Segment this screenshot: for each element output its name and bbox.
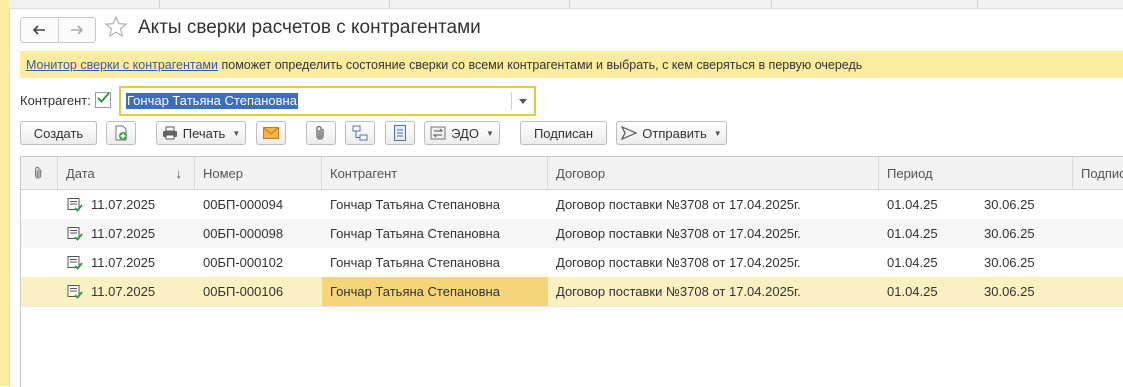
column-number-label: Номер [203, 165, 244, 181]
print-label: Печать [182, 125, 226, 141]
arrow-right-icon [70, 25, 83, 35]
cell-contract: Договор поставки №3708 от 17.04.2025г. [556, 255, 801, 270]
cell-period-from: 01.04.25 [887, 226, 938, 241]
window-tabs-strip [9, 0, 1123, 9]
edo-exchange-icon [430, 126, 446, 140]
cell-contract: Договор поставки №3708 от 17.04.2025г. [556, 197, 801, 212]
hierarchy-icon [352, 125, 368, 141]
page-title: Акты сверки расчетов с контрагентами [138, 17, 481, 38]
send-icon [621, 126, 638, 140]
table-row-selected[interactable]: 11.07.2025 00БП-000106 Гончар Татьяна Ст… [21, 277, 1123, 307]
chevron-down-icon[interactable] [519, 99, 527, 104]
edo-button[interactable]: ЭДО ▼ [424, 121, 500, 145]
attach-button[interactable] [306, 121, 336, 145]
column-period[interactable]: Период [879, 157, 1073, 189]
create-button[interactable]: Создать [20, 121, 97, 145]
cell-period-from: 01.04.25 [887, 255, 938, 270]
info-bar: Монитор сверки с контрагентами поможет о… [20, 51, 1123, 78]
counterparty-label: Контрагент: [20, 93, 91, 108]
signed-button[interactable]: Подписан [520, 121, 607, 145]
column-contract-label: Договор [556, 165, 606, 181]
counterparty-value: Гончар Татьяна Степановна [126, 93, 298, 109]
column-number[interactable]: Номер [195, 157, 322, 189]
column-signed-label: Подпис [1081, 165, 1123, 181]
cell-contract: Договор поставки №3708 от 17.04.2025г. [556, 284, 801, 299]
structure-button[interactable] [345, 121, 375, 145]
column-counterparty[interactable]: Контрагент [322, 157, 548, 189]
table-row[interactable]: 11.07.2025 00БП-000102 Гончар Татьяна Ст… [21, 248, 1123, 278]
paperclip-icon [35, 166, 42, 179]
documents-table: Дата ↓ Номер Контрагент Договор Период П… [20, 156, 1123, 387]
cell-date: 11.07.2025 [91, 255, 156, 270]
table-header: Дата ↓ Номер Контрагент Договор Период П… [21, 157, 1123, 190]
list-icon [394, 125, 406, 141]
checkmark-icon [97, 92, 110, 103]
toolbar: Создать Печать ▼ ЭДО ▼ Подписан Отправит… [20, 121, 1123, 147]
star-icon[interactable] [104, 15, 128, 39]
cell-period-to: 30.06.25 [984, 255, 1035, 270]
chevron-down-icon: ▼ [232, 128, 241, 138]
cell-date: 11.07.2025 [91, 197, 156, 212]
email-button[interactable] [256, 121, 286, 145]
cell-period-from: 01.04.25 [887, 284, 938, 299]
reconciliation-act-icon [67, 256, 83, 270]
cell-period-from: 01.04.25 [887, 197, 938, 212]
back-button[interactable] [21, 18, 58, 42]
navigation-buttons [20, 17, 96, 43]
send-label: Отправить [642, 125, 707, 141]
counterparty-select[interactable]: Гончар Татьяна Степановна [119, 86, 536, 116]
cell-number: 00БП-000094 [203, 197, 284, 212]
cell-contract: Договор поставки №3708 от 17.04.2025г. [556, 226, 801, 241]
cell-number: 00БП-000098 [203, 226, 284, 241]
info-text: поможет определить состояние сверки со в… [218, 57, 863, 72]
cell-counterparty: Гончар Татьяна Степановна [330, 255, 500, 270]
cell-period-to: 30.06.25 [984, 197, 1035, 212]
column-date[interactable]: Дата ↓ [58, 157, 195, 189]
print-button[interactable]: Печать ▼ [156, 121, 246, 145]
table-row[interactable]: 11.07.2025 00БП-000098 Гончар Татьяна Ст… [21, 219, 1123, 249]
create-copy-button[interactable] [106, 121, 136, 145]
edo-label: ЭДО [451, 125, 479, 141]
table-row[interactable]: 11.07.2025 00БП-000094 Гончар Татьяна Ст… [21, 190, 1123, 220]
forward-button[interactable] [57, 18, 96, 42]
cell-date: 11.07.2025 [91, 226, 156, 241]
reconciliation-act-icon [67, 227, 83, 241]
register-button[interactable] [385, 121, 415, 145]
cell-counterparty: Гончар Татьяна Степановна [330, 226, 500, 241]
send-button[interactable]: Отправить ▼ [616, 121, 727, 145]
cell-date: 11.07.2025 [91, 284, 156, 299]
create-label: Создать [33, 125, 84, 141]
chevron-down-icon: ▼ [485, 128, 494, 138]
printer-icon [162, 126, 177, 140]
cell-counterparty-focused[interactable]: Гончар Татьяна Степановна [322, 277, 548, 306]
arrow-left-icon [33, 25, 46, 35]
cell-period-to: 30.06.25 [984, 284, 1035, 299]
cell-number: 00БП-000106 [203, 284, 284, 299]
left-panel-stripe [0, 0, 10, 386]
sort-arrow-icon: ↓ [175, 165, 183, 181]
chevron-down-icon: ▼ [713, 128, 722, 138]
column-counterparty-label: Контрагент [330, 165, 398, 181]
column-contract[interactable]: Договор [548, 157, 879, 189]
reconciliation-act-icon [67, 285, 83, 299]
cell-number: 00БП-000102 [203, 255, 284, 270]
monitor-link[interactable]: Монитор сверки с контрагентами [26, 58, 218, 72]
column-period-label: Период [887, 165, 933, 181]
envelope-icon [263, 127, 279, 139]
combo-separator [511, 92, 512, 110]
counterparty-checkbox[interactable] [95, 92, 111, 108]
column-signed[interactable]: Подпис [1073, 157, 1123, 189]
signed-label: Подписан [533, 125, 594, 141]
add-document-icon [115, 125, 127, 141]
paperclip-icon [316, 125, 324, 140]
reconciliation-act-icon [67, 198, 83, 212]
column-attachment[interactable] [21, 157, 58, 189]
cell-counterparty: Гончар Татьяна Степановна [330, 197, 500, 212]
cell-period-to: 30.06.25 [984, 226, 1035, 241]
column-date-label: Дата [66, 165, 95, 181]
